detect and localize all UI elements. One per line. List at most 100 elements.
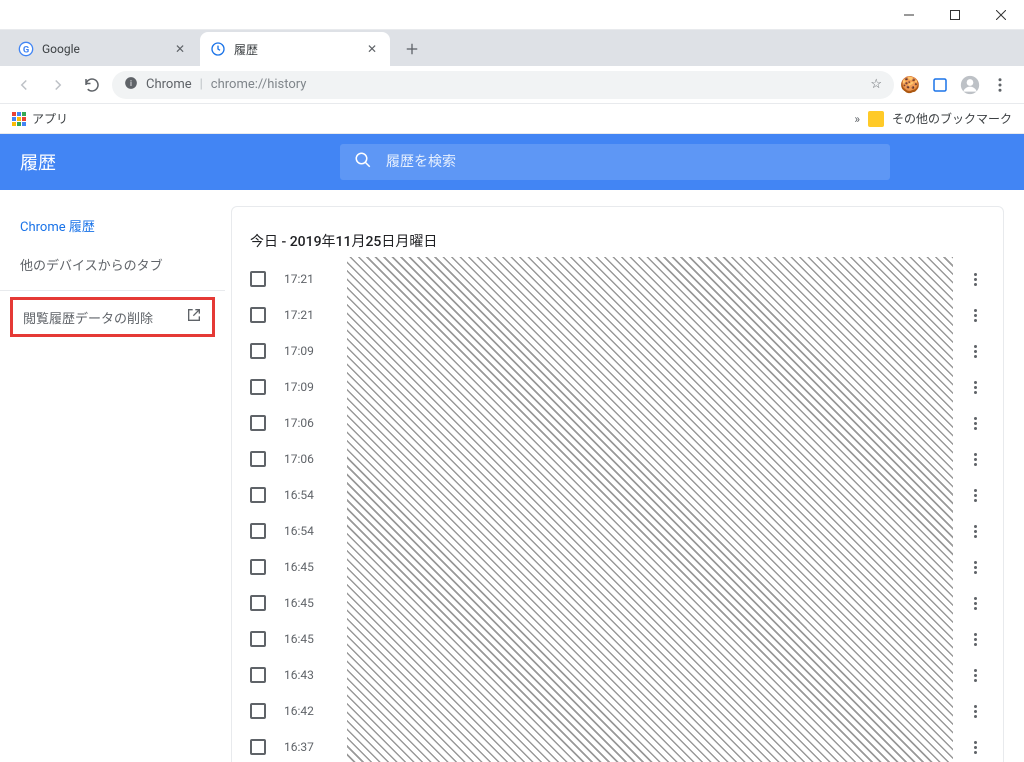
history-row[interactable]: 16:45 (232, 549, 1003, 585)
checkbox[interactable] (250, 379, 266, 395)
history-time: 17:21 (284, 308, 324, 322)
history-row[interactable]: 16:45 (232, 585, 1003, 621)
star-icon[interactable]: ☆ (870, 77, 882, 92)
history-row[interactable]: 16:37 (232, 729, 1003, 762)
checkbox[interactable] (250, 667, 266, 683)
content: Chrome 履歴 他のデバイスからのタブ 閲覧履歴データの削除 今日 - 20… (0, 190, 1024, 762)
omnibox-url: chrome://history (211, 77, 307, 92)
sidebar-item-label: 他のデバイスからのタブ (20, 255, 163, 274)
more-options-icon[interactable] (965, 453, 985, 466)
more-options-icon[interactable] (965, 273, 985, 286)
history-time: 16:54 (284, 524, 324, 538)
history-row[interactable]: 17:21 (232, 261, 1003, 297)
history-time: 16:43 (284, 668, 324, 682)
history-entry-redacted (342, 729, 947, 762)
checkbox[interactable] (250, 523, 266, 539)
omnibox-separator: | (200, 77, 203, 92)
more-options-icon[interactable] (965, 525, 985, 538)
minimize-button[interactable] (886, 0, 932, 30)
address-bar[interactable]: i Chrome | chrome://history ☆ (112, 71, 894, 99)
history-row[interactable]: 17:06 (232, 405, 1003, 441)
history-time: 16:45 (284, 632, 324, 646)
history-row[interactable]: 17:09 (232, 369, 1003, 405)
history-entry-redacted (342, 621, 947, 657)
history-row[interactable]: 16:54 (232, 477, 1003, 513)
sidebar-item-other-devices[interactable]: 他のデバイスからのタブ (0, 245, 225, 284)
history-time: 16:45 (284, 596, 324, 610)
checkbox[interactable] (250, 595, 266, 611)
history-entry-redacted (342, 657, 947, 693)
tab-google[interactable]: G Google ✕ (8, 32, 198, 66)
more-options-icon[interactable] (965, 669, 985, 682)
more-options-icon[interactable] (965, 561, 985, 574)
bookmarks-bar: アプリ » その他のブックマーク (0, 104, 1024, 134)
history-time: 17:09 (284, 380, 324, 394)
history-row[interactable]: 17:09 (232, 333, 1003, 369)
more-options-icon[interactable] (965, 705, 985, 718)
other-bookmarks[interactable]: その他のブックマーク (892, 110, 1012, 127)
omnibox-chip: Chrome (146, 77, 192, 92)
profile-icon[interactable] (960, 75, 980, 95)
checkbox[interactable] (250, 559, 266, 575)
more-options-icon[interactable] (965, 345, 985, 358)
close-icon[interactable]: ✕ (364, 41, 380, 57)
app-header: 履歴 (0, 134, 1024, 190)
history-time: 16:42 (284, 704, 324, 718)
sidebar-item-clear-data[interactable]: 閲覧履歴データの削除 (10, 297, 215, 337)
back-button[interactable] (10, 71, 38, 99)
history-row[interactable]: 16:43 (232, 657, 1003, 693)
apps-label[interactable]: アプリ (32, 110, 68, 127)
new-tab-button[interactable] (398, 35, 426, 63)
sidebar-item-chrome-history[interactable]: Chrome 履歴 (0, 206, 225, 245)
history-row[interactable]: 17:06 (232, 441, 1003, 477)
checkbox[interactable] (250, 631, 266, 647)
more-options-icon[interactable] (965, 597, 985, 610)
apps-icon[interactable] (12, 112, 26, 126)
history-entry-redacted (342, 513, 947, 549)
overflow-icon[interactable]: » (854, 112, 860, 126)
checkbox[interactable] (250, 739, 266, 755)
main: 今日 - 2019年11月25日月曜日 17:21 17:21 17:09 17… (225, 190, 1024, 762)
checkbox[interactable] (250, 703, 266, 719)
forward-button[interactable] (44, 71, 72, 99)
history-time: 17:06 (284, 416, 324, 430)
more-options-icon[interactable] (965, 741, 985, 754)
history-row[interactable]: 16:54 (232, 513, 1003, 549)
sidebar-item-label: 閲覧履歴データの削除 (23, 308, 153, 327)
search-wrap (340, 144, 890, 180)
more-options-icon[interactable] (965, 489, 985, 502)
menu-icon[interactable] (990, 75, 1010, 95)
extension-icon[interactable]: 🍪 (900, 75, 920, 95)
more-options-icon[interactable] (965, 309, 985, 322)
checkbox[interactable] (250, 415, 266, 431)
history-time: 16:37 (284, 740, 324, 754)
history-entry-redacted (342, 261, 947, 297)
more-options-icon[interactable] (965, 633, 985, 646)
history-favicon-icon (210, 41, 226, 57)
close-button[interactable] (978, 0, 1024, 30)
tab-title: Google (42, 42, 172, 56)
more-options-icon[interactable] (965, 381, 985, 394)
search-icon (354, 151, 372, 173)
sidebar: Chrome 履歴 他のデバイスからのタブ 閲覧履歴データの削除 (0, 190, 225, 762)
history-row[interactable]: 16:45 (232, 621, 1003, 657)
checkbox[interactable] (250, 271, 266, 287)
close-icon[interactable]: ✕ (172, 41, 188, 57)
checkbox[interactable] (250, 307, 266, 323)
extension-icon-2[interactable] (930, 75, 950, 95)
search-input[interactable] (386, 154, 876, 170)
history-time: 16:54 (284, 488, 324, 502)
external-link-icon (186, 307, 202, 327)
reload-button[interactable] (78, 71, 106, 99)
history-row[interactable]: 17:21 (232, 297, 1003, 333)
google-favicon-icon: G (18, 41, 34, 57)
checkbox[interactable] (250, 343, 266, 359)
maximize-button[interactable] (932, 0, 978, 30)
tab-title: 履歴 (234, 41, 364, 58)
more-options-icon[interactable] (965, 417, 985, 430)
checkbox[interactable] (250, 487, 266, 503)
tab-history[interactable]: 履歴 ✕ (200, 32, 390, 66)
history-entry-redacted (342, 693, 947, 729)
history-row[interactable]: 16:42 (232, 693, 1003, 729)
checkbox[interactable] (250, 451, 266, 467)
